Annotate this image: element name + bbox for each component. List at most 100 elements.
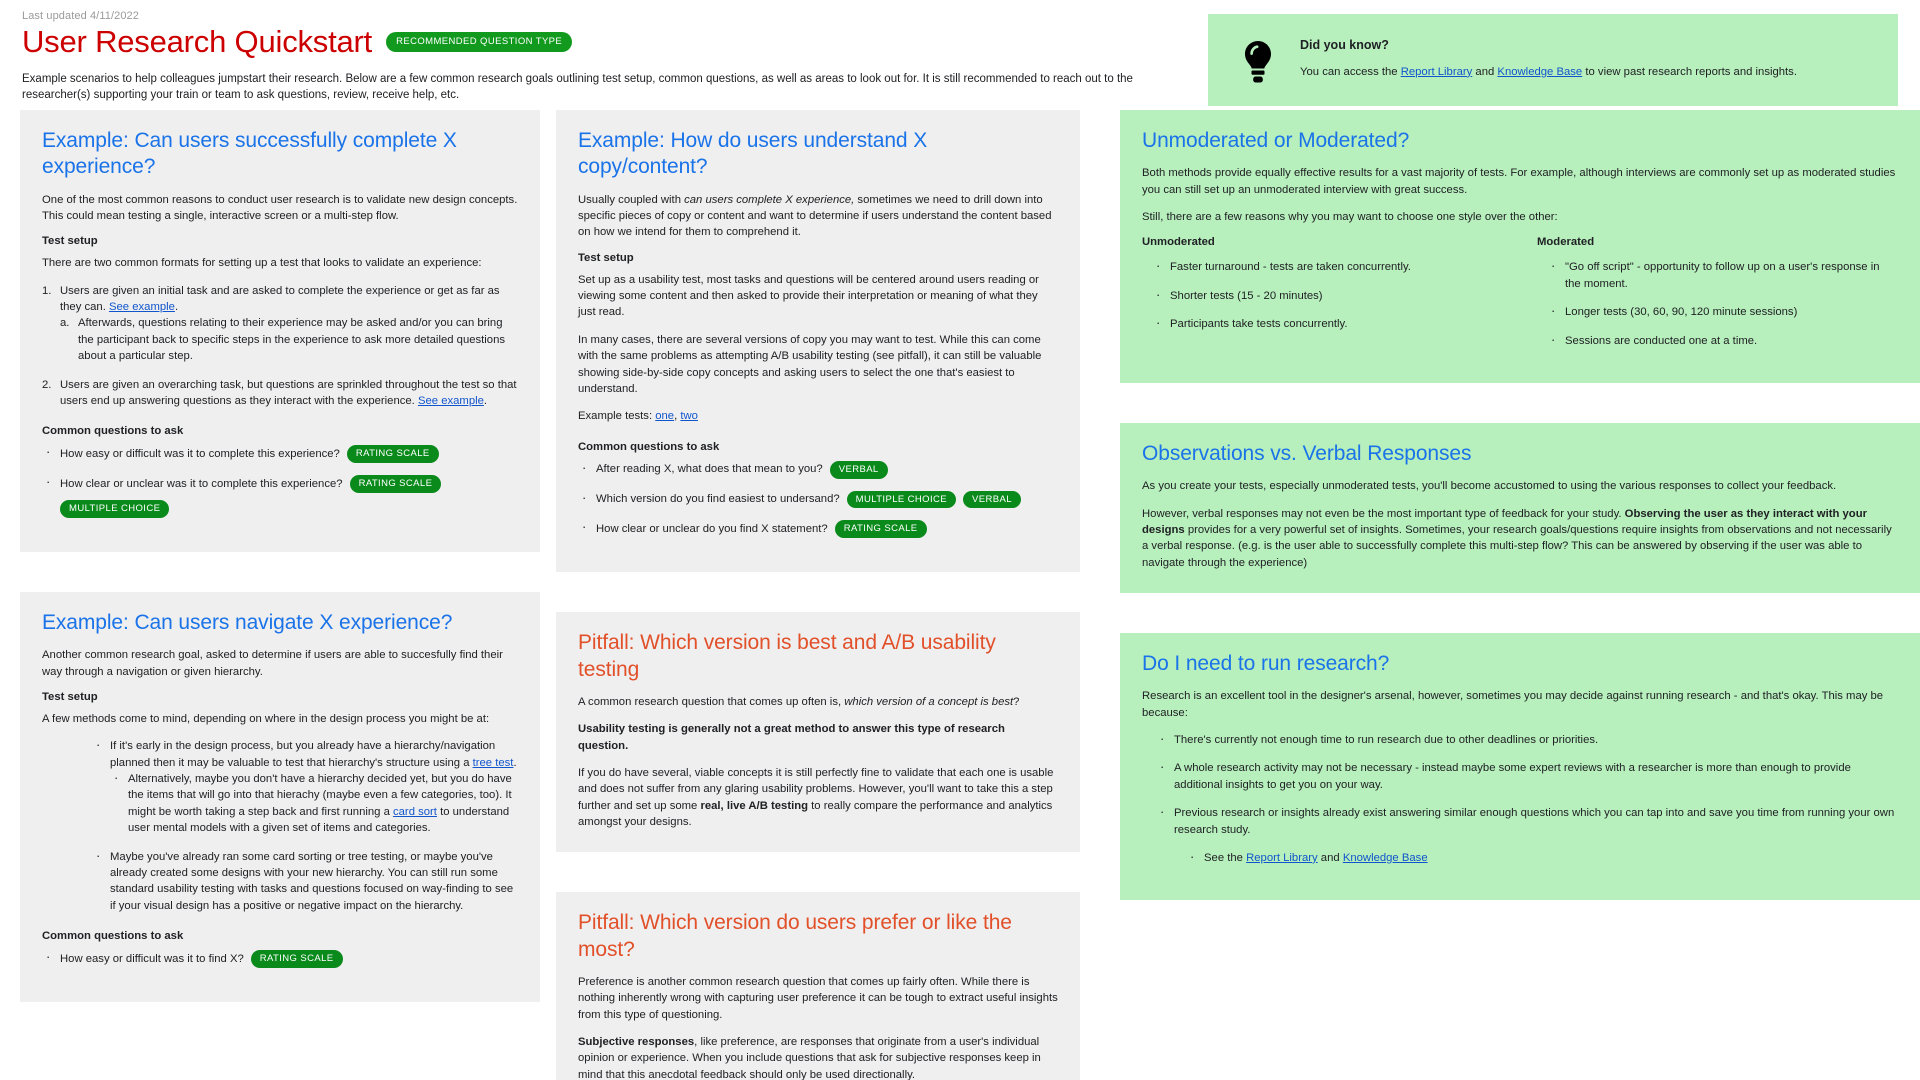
card-navigate-setup-list: If it's early in the design process, but… <box>92 737 518 915</box>
list-item: Previous research or insights already ex… <box>1156 804 1898 838</box>
need-research-list: There's currently not enough time to run… <box>1156 731 1898 866</box>
list-item: Faster turnaround - tests are taken conc… <box>1152 258 1503 275</box>
columns-container: Example: Can users successfully complete… <box>0 110 1920 1080</box>
list-item: A whole research activity may not be nec… <box>1156 759 1898 793</box>
item-text-end: . <box>174 301 179 313</box>
knowledge-base-link-2[interactable]: Knowledge Base <box>1343 852 1428 864</box>
question-row: How easy or difficult was it to complete… <box>42 443 518 464</box>
tip-text-before: You can access the <box>1300 65 1401 78</box>
p2-text-b: provides for a very powerful set of insi… <box>1142 523 1892 569</box>
card-navigate-sublist: Alternatively, maybe you don't have a hi… <box>110 770 518 837</box>
example-test-two-link[interactable]: two <box>680 410 698 422</box>
tip-text: You can access the Report Library and Kn… <box>1300 64 1797 81</box>
example-test-one-link[interactable]: one <box>655 410 674 422</box>
card-need-research: Do I need to run research? Research is a… <box>1120 633 1920 901</box>
report-library-link-2[interactable]: Report Library <box>1246 852 1318 864</box>
knowledge-base-link[interactable]: Knowledge Base <box>1497 66 1582 78</box>
pitfall-ab-p3: If you do have several, viable concepts … <box>578 765 1058 831</box>
report-library-link[interactable]: Report Library <box>1401 66 1473 78</box>
see-example-link-1[interactable]: See example <box>109 301 175 313</box>
card-copy-title: Example: How do users understand X copy/… <box>578 129 928 179</box>
item-text: If it's early in the design process, but… <box>110 740 496 769</box>
list-item: Longer tests (30, 60, 90, 120 minute ses… <box>1547 303 1898 320</box>
tip-text-after: to view past research reports and insigh… <box>1582 65 1797 78</box>
page-intro: Example scenarios to help colleagues jum… <box>22 72 1133 102</box>
card-observations-verbal: Observations vs. Verbal Responses As you… <box>1120 422 1920 593</box>
tree-test-link[interactable]: tree test <box>473 757 514 769</box>
card-copy-questions-heading: Common questions to ask <box>578 440 720 453</box>
list-item: Users are given an overarching task, but… <box>42 377 518 410</box>
see-example-link-2[interactable]: See example <box>418 395 484 407</box>
card-complete-intro: One of the most common reasons to conduc… <box>42 193 518 222</box>
question-text: How clear or unclear was it to complete … <box>60 477 343 490</box>
p1-italic: which version of a concept is best <box>844 695 1014 708</box>
recommended-question-type-badge: RECOMMENDED QUESTION TYPE <box>386 31 573 52</box>
example-label: Example tests: <box>578 410 656 423</box>
card-navigate-setup-intro: A few methods come to mind, depending on… <box>42 712 490 725</box>
list-item: See the Report Library and Knowledge Bas… <box>1186 849 1898 866</box>
question-row: After reading X, what does that mean to … <box>578 459 1058 479</box>
card-navigate-experience: Example: Can users navigate X experience… <box>20 591 540 1002</box>
need-research-intro: Research is an excellent tool in the des… <box>1142 690 1884 719</box>
card-complete-sublist: Afterwards, questions relating to their … <box>60 315 518 364</box>
card-copy-setup-p2: In many cases, there are several version… <box>578 333 1042 395</box>
card-navigate-setup-heading: Test setup <box>42 690 98 703</box>
item-text-end: . <box>483 394 488 407</box>
list-item: Users are given an initial task and are … <box>42 283 518 365</box>
question-type-tag: MULTIPLE CHOICE <box>846 490 956 509</box>
question-row: How clear or unclear do you find X state… <box>578 518 1058 539</box>
sub-text-a: See the <box>1204 851 1247 864</box>
question-text: How easy or difficult was it to complete… <box>60 448 340 460</box>
page-root: Last updated 4/11/2022 User Research Qui… <box>0 0 1920 1080</box>
tip-text-mid: and <box>1472 65 1498 78</box>
moderated-title: Unmoderated or Moderated? <box>1142 129 1410 152</box>
list-item: Alternatively, maybe you don't have a hi… <box>110 770 518 837</box>
moderated-two-column: Unmoderated Faster turnaround - tests ar… <box>1142 236 1898 361</box>
card-complete-questions-heading: Common questions to ask <box>42 425 184 438</box>
question-type-tag: RATING SCALE <box>349 475 442 493</box>
question-row: Which version do you find easiest to und… <box>578 489 1058 509</box>
item-text-end: . <box>513 756 517 769</box>
list-item: "Go off script" - opportunity to follow … <box>1547 258 1898 292</box>
card-unmoderated-moderated: Unmoderated or Moderated? Both methods p… <box>1120 110 1920 383</box>
card-sort-link[interactable]: card sort <box>393 806 437 818</box>
pitfall-prefer-title: Pitfall: Which version do users prefer o… <box>578 911 1012 961</box>
moderated-p2: Still, there are a few reasons why you m… <box>1142 211 1558 223</box>
column-middle: Example: How do users understand X copy/… <box>540 110 1080 1080</box>
p2-text-a: However, verbal responses may not even b… <box>1142 507 1625 520</box>
pitfall-prefer-p2: Subjective responses, like preference, a… <box>578 1034 1058 1080</box>
question-row: How clear or unclear was it to complete … <box>42 473 518 518</box>
moderated-p1: Both methods provide equally effective r… <box>1142 167 1896 196</box>
card-complete-title: Example: Can users successfully complete… <box>42 129 457 179</box>
unmoderated-column: Unmoderated Faster turnaround - tests ar… <box>1142 236 1503 361</box>
card-complete-setup-intro: There are two common formats for setting… <box>42 257 482 270</box>
question-text: How clear or unclear do you find X state… <box>596 523 828 536</box>
pitfall-ab-p2: Usability testing is generally not a gre… <box>578 723 1005 752</box>
tip-body: Did you know? You can access the Report … <box>1300 36 1797 81</box>
card-complete-experience: Example: Can users successfully complete… <box>20 110 540 552</box>
unmoderated-heading: Unmoderated <box>1142 236 1215 249</box>
lightbulb-icon <box>1238 36 1278 84</box>
card-navigate-questions-heading: Common questions to ask <box>42 930 184 942</box>
pitfall-prefer-p1: Preference is another common research qu… <box>578 975 1058 1021</box>
list-item: Sessions are conducted one at a time. <box>1547 331 1898 349</box>
card-copy-intro: Usually coupled with can users complete … <box>578 192 1058 241</box>
question-text: How easy or difficult was it to find X? <box>60 952 244 965</box>
list-item: Maybe you've already ran some card sorti… <box>92 848 518 915</box>
card-pitfall-preference: Pitfall: Which version do users prefer o… <box>556 892 1080 1080</box>
need-research-title: Do I need to run research? <box>1142 652 1390 675</box>
question-type-tag: RATING SCALE <box>250 950 343 968</box>
intro-italic: can users complete X experience, <box>684 193 855 206</box>
list-item: Afterwards, questions relating to their … <box>60 315 506 363</box>
intro-text-a: Usually coupled with <box>578 193 685 206</box>
observations-p1: As you create your tests, especially unm… <box>1142 480 1837 493</box>
unmoderated-list: Faster turnaround - tests are taken conc… <box>1152 258 1503 332</box>
list-item: If it's early in the design process, but… <box>92 737 518 837</box>
column-right: Unmoderated or Moderated? Both methods p… <box>1080 110 1920 940</box>
p3-bold: real, live A/B testing <box>700 799 809 812</box>
question-type-tag: RATING SCALE <box>346 445 439 464</box>
moderated-heading: Moderated <box>1537 236 1595 249</box>
moderated-column: Moderated "Go off script" - opportunity … <box>1537 236 1898 361</box>
card-navigate-title: Example: Can users navigate X experience… <box>42 610 453 634</box>
card-complete-setup-heading: Test setup <box>42 235 98 248</box>
